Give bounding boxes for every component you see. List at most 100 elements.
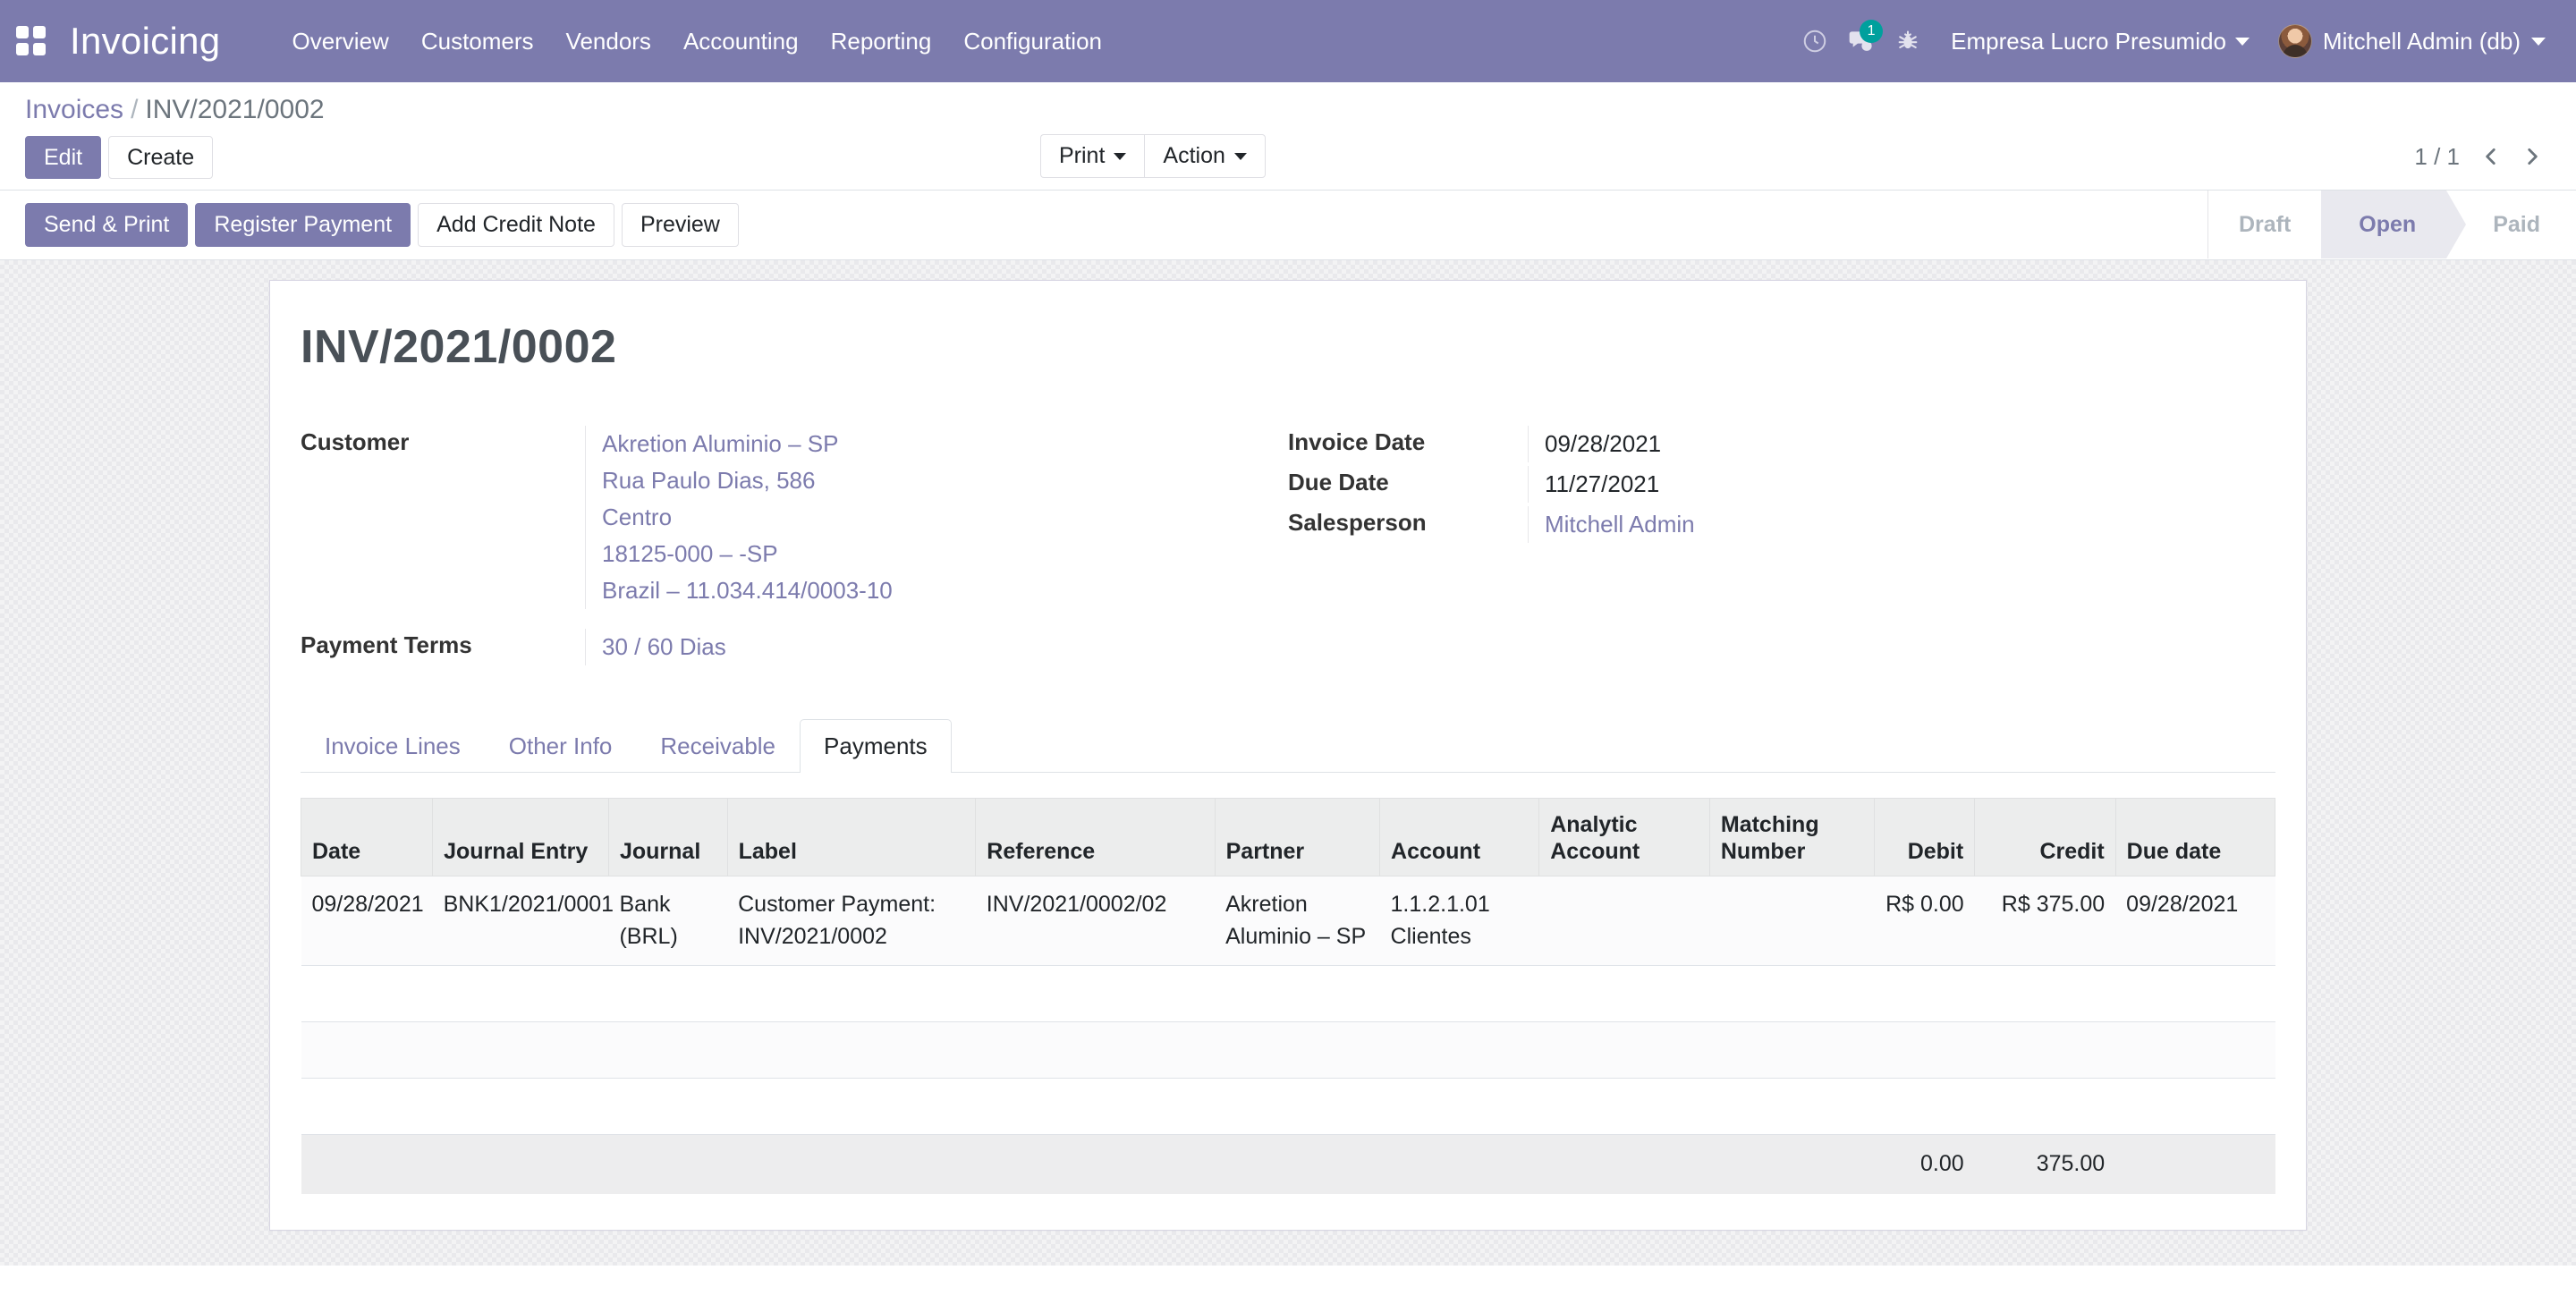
breadcrumb-invoices-link[interactable]: Invoices xyxy=(25,95,123,124)
menu-item-configuration[interactable]: Configuration xyxy=(947,19,1118,64)
messaging-counter-badge: 1 xyxy=(1860,20,1884,43)
field-label-invoice-date: Invoice Date xyxy=(1288,428,1426,455)
record-action-buttons: Edit Create xyxy=(25,135,214,180)
print-dropdown-button[interactable]: Print xyxy=(1040,134,1145,178)
apps-grid-square xyxy=(33,43,46,55)
field-payment-terms: Payment Terms 30 / 60 Dias xyxy=(301,629,1288,666)
apps-grid-icon[interactable] xyxy=(16,26,47,56)
notebook: Invoice Lines Other Info Receivable Paym… xyxy=(300,719,2276,1194)
payment-terms-value: 30 / 60 Dias xyxy=(602,633,726,661)
pager-next-button[interactable] xyxy=(2513,138,2551,175)
apps-grid-square xyxy=(33,26,46,38)
table-row-empty xyxy=(301,1078,2275,1136)
cell-empty xyxy=(301,1078,2275,1136)
menu-item-customers[interactable]: Customers xyxy=(405,19,550,64)
cell-debit: R$ 0.00 xyxy=(1874,876,1975,967)
menu-item-accounting[interactable]: Accounting xyxy=(667,19,815,64)
field-value-invoice-date[interactable]: 09/28/2021 xyxy=(1528,425,1662,462)
tab-receivable[interactable]: Receivable xyxy=(636,719,800,773)
create-button[interactable]: Create xyxy=(108,135,214,180)
tab-payments[interactable]: Payments xyxy=(800,719,952,774)
col-header-date[interactable]: Date xyxy=(300,798,434,877)
col-header-analytic-account[interactable]: Analytic Account xyxy=(1538,798,1710,877)
cell-journal-entry: BNK1/2021/0001 xyxy=(432,876,614,967)
col-header-journal[interactable]: Journal xyxy=(607,798,728,877)
stage-pipeline: Draft Open Paid xyxy=(2207,191,2576,259)
invoice-date-value: 09/28/2021 xyxy=(1545,429,1662,457)
customer-name: Akretion Aluminio – SP xyxy=(602,429,839,457)
col-header-debit[interactable]: Debit xyxy=(1874,798,1976,877)
col-header-credit[interactable]: Credit xyxy=(1974,798,2116,877)
field-label-salesperson: Salesperson xyxy=(1288,508,1427,536)
field-due-date: Due Date 11/27/2021 xyxy=(1288,465,2275,503)
customer-country-vat: Brazil – 11.034.414/0003-10 xyxy=(602,577,893,605)
cell-journal: Bank (BRL) xyxy=(608,876,728,967)
field-value-payment-terms[interactable]: 30 / 60 Dias xyxy=(585,629,726,666)
field-customer: Customer Akretion Aluminio – SP Rua Paul… xyxy=(301,425,1288,610)
field-value-due-date[interactable]: 11/27/2021 xyxy=(1528,465,1660,503)
chevron-down-icon xyxy=(2234,37,2250,46)
col-header-label[interactable]: Label xyxy=(726,798,977,877)
btn-group: Print Action xyxy=(1040,134,1266,178)
send-and-print-button[interactable]: Send & Print xyxy=(25,203,189,247)
field-label-payment-terms: Payment Terms xyxy=(301,631,472,659)
bug-icon[interactable] xyxy=(1885,18,1931,64)
col-header-reference[interactable]: Reference xyxy=(975,798,1216,877)
breadcrumb-separator: / xyxy=(131,95,139,124)
table-row-empty xyxy=(301,965,2275,1023)
cell-reference: INV/2021/0002/02 xyxy=(975,876,1216,967)
cell-analytic-account xyxy=(1538,876,1710,967)
menu-item-vendors[interactable]: Vendors xyxy=(550,19,667,64)
breadcrumb-current: INV/2021/0002 xyxy=(145,95,325,124)
stage-open[interactable]: Open xyxy=(2301,191,2467,259)
field-value-salesperson[interactable]: Mitchell Admin xyxy=(1528,505,1695,543)
col-header-account[interactable]: Account xyxy=(1379,798,1540,877)
top-navbar: Invoicing Overview Customers Vendors Acc… xyxy=(0,0,2576,82)
register-payment-button[interactable]: Register Payment xyxy=(195,203,411,247)
table-row-empty xyxy=(301,1021,2275,1080)
menu-item-overview[interactable]: Overview xyxy=(275,19,404,64)
col-header-matching-number[interactable]: Matching Number xyxy=(1708,798,1876,877)
due-date-value: 11/27/2021 xyxy=(1545,470,1660,497)
tab-other-info[interactable]: Other Info xyxy=(485,719,637,773)
add-credit-note-button[interactable]: Add Credit Note xyxy=(418,203,614,247)
cell-due-date: 09/28/2021 xyxy=(2115,876,2275,967)
payments-table: Date Journal Entry Journal Label Referen… xyxy=(300,798,2276,1194)
pager-previous-button[interactable] xyxy=(2472,138,2510,175)
col-header-due-date[interactable]: Due date xyxy=(2114,798,2276,877)
menu-item-reporting[interactable]: Reporting xyxy=(815,19,948,64)
cell-credit: R$ 375.00 xyxy=(1974,876,2116,967)
tab-invoice-lines[interactable]: Invoice Lines xyxy=(301,719,485,773)
app-brand-title[interactable]: Invoicing xyxy=(70,20,220,63)
pager: 1 / 1 xyxy=(2405,138,2551,175)
chat-bubble-icon[interactable]: 1 xyxy=(1838,18,1885,64)
main-menu: Overview Customers Vendors Accounting Re… xyxy=(275,19,1118,64)
user-menu[interactable]: Mitchell Admin (db) xyxy=(2262,17,2551,65)
table-totals-row: 0.00 375.00 xyxy=(301,1134,2275,1194)
col-header-journal-entry[interactable]: Journal Entry xyxy=(432,798,609,877)
payments-table-wrapper: Date Journal Entry Journal Label Referen… xyxy=(300,798,2276,1194)
print-label: Print xyxy=(1059,143,1106,168)
header-left-column: Customer Akretion Aluminio – SP Rua Paul… xyxy=(301,425,1288,669)
control-panel: Invoices / INV/2021/0002 Edit Create Print… xyxy=(0,82,2576,191)
clock-icon[interactable] xyxy=(1792,18,1838,64)
total-debit: 0.00 xyxy=(1874,1134,1975,1194)
cell-label: Customer Payment: INV/2021/0002 xyxy=(727,876,976,967)
action-dropdown-button[interactable]: Action xyxy=(1144,134,1266,178)
customer-zip-state: 18125-000 – -SP xyxy=(602,539,778,567)
table-row[interactable]: 09/28/2021 BNK1/2021/0001 Bank (BRL) Cus… xyxy=(301,876,2275,967)
preview-button[interactable]: Preview xyxy=(621,203,739,247)
chevron-down-icon xyxy=(1233,153,1247,161)
workflow-buttons: Send & Print Register Payment Add Credit… xyxy=(25,203,739,247)
invoice-sheet: INV/2021/0002 Customer Akretion Aluminio… xyxy=(269,279,2307,1231)
company-name: Empresa Lucro Presumido xyxy=(1951,27,2226,55)
field-value-customer[interactable]: Akretion Aluminio – SP Rua Paulo Dias, 5… xyxy=(585,425,893,610)
user-name: Mitchell Admin (db) xyxy=(2322,27,2521,55)
field-salesperson: Salesperson Mitchell Admin xyxy=(1288,505,2275,543)
notebook-tabs: Invoice Lines Other Info Receivable Paym… xyxy=(301,719,2275,774)
edit-button[interactable]: Edit xyxy=(25,135,102,180)
totals-trailing-spacer xyxy=(2115,1134,2275,1194)
col-header-partner[interactable]: Partner xyxy=(1214,798,1381,877)
cell-partner: Akretion Aluminio – SP xyxy=(1215,876,1380,967)
company-switcher[interactable]: Empresa Lucro Presumido xyxy=(1931,21,2262,63)
